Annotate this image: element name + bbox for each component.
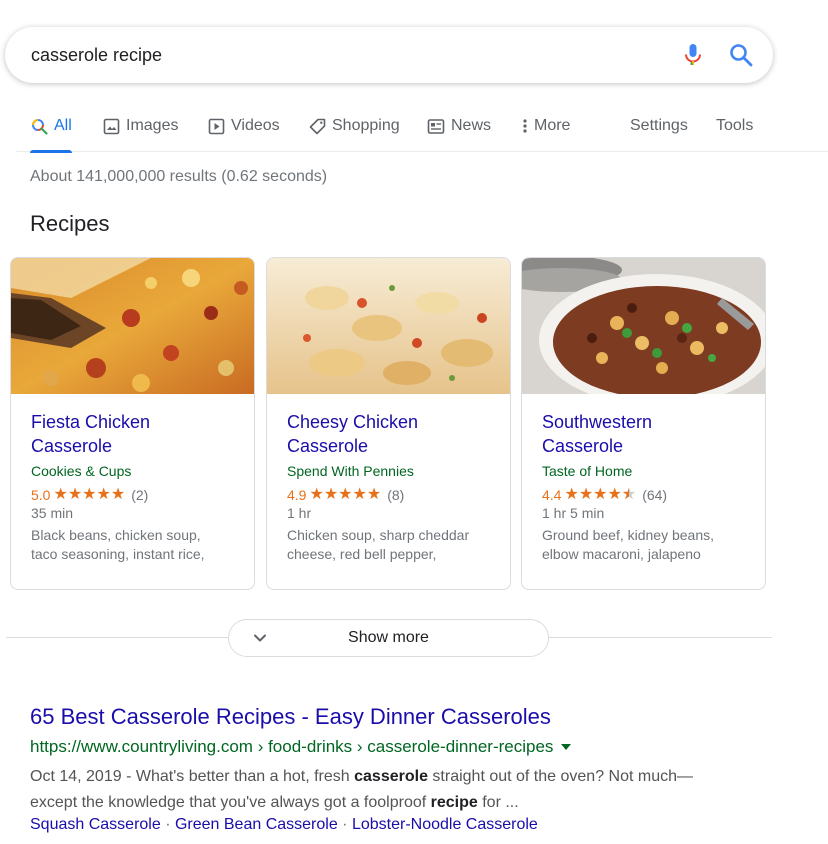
- tab-images[interactable]: Images: [102, 100, 178, 152]
- tab-settings-label: Settings: [630, 117, 688, 134]
- show-more-button[interactable]: Show more: [228, 619, 549, 657]
- result-stats: About 141,000,000 results (0.62 seconds): [30, 168, 328, 185]
- rating-value: 4.9: [287, 487, 307, 503]
- tag-icon: [308, 117, 326, 135]
- recipe-card[interactable]: Fiesta Chicken Casserole Cookies & Cups …: [10, 257, 255, 590]
- tab-news[interactable]: News: [427, 100, 491, 152]
- tab-more-label: More: [534, 117, 571, 134]
- recipe-title[interactable]: Cheesy Chicken Casserole: [287, 410, 496, 458]
- star-rating-icon: ★★★★★: [53, 486, 126, 503]
- review-count: (2): [131, 487, 149, 503]
- recipe-ingredients: Ground beef, kidney beans, elbow macaron…: [542, 526, 751, 564]
- snippet-highlight: casserole: [354, 768, 428, 785]
- recipe-title-line2: Casserole: [31, 436, 113, 456]
- search-bar: [5, 27, 773, 83]
- divider: [549, 637, 772, 638]
- result-url-text: https://www.countryliving.com › food-dri…: [30, 737, 554, 756]
- recipe-title-line1: Cheesy Chicken: [287, 412, 419, 432]
- rating-value: 4.4: [542, 487, 562, 503]
- snippet-highlight: recipe: [430, 794, 478, 811]
- result-date: Oct 14, 2019: [30, 768, 122, 785]
- star-rating-icon: ★★★★★★: [564, 486, 637, 503]
- star-rating-icon: ★★★★★: [309, 486, 382, 503]
- rating-value: 5.0: [31, 487, 51, 503]
- recipe-rating: 4.9 ★★★★★ (8): [287, 486, 496, 504]
- search-tabs: All Images Videos Shopping News More Set…: [16, 100, 828, 153]
- review-count: (8): [387, 487, 405, 503]
- more-vert-icon: [520, 117, 530, 135]
- tab-all[interactable]: All: [30, 100, 72, 153]
- recipes-heading: Recipes: [30, 211, 110, 236]
- recipe-rating: 4.4 ★★★★★★ (64): [542, 486, 751, 504]
- sitelink-separator: ·: [160, 816, 175, 833]
- ingredients-line1: Black beans, chicken soup,: [31, 527, 201, 543]
- recipe-source: Cookies & Cups: [31, 463, 132, 479]
- recipe-rating: 5.0 ★★★★★ (2): [31, 486, 240, 504]
- ingredients-line1: Chicken soup, sharp cheddar: [287, 527, 470, 543]
- result-url[interactable]: https://www.countryliving.com › food-dri…: [30, 737, 572, 757]
- recipe-title[interactable]: Fiesta Chicken Casserole: [31, 410, 240, 458]
- recipe-card[interactable]: Cheesy Chicken Casserole Spend With Penn…: [266, 257, 511, 590]
- recipe-title-line1: Fiesta Chicken: [31, 412, 151, 432]
- snippet-text: - What's better than a hot, fresh: [121, 768, 355, 785]
- tab-tools[interactable]: Tools: [716, 100, 753, 152]
- recipe-title-line1: Southwestern: [542, 412, 653, 432]
- ingredients-line1: Ground beef, kidney beans,: [542, 527, 715, 543]
- ingredients-line2: elbow macaroni, jalapeno: [542, 546, 701, 562]
- recipe-card-body: Southwestern Casserole Taste of Home 4.4…: [542, 410, 751, 564]
- recipe-image: [267, 258, 510, 394]
- tab-settings[interactable]: Settings: [630, 100, 688, 152]
- recipe-source: Spend With Pennies: [287, 463, 414, 479]
- search-input[interactable]: [31, 27, 651, 83]
- recipe-ingredients: Black beans, chicken soup, taco seasonin…: [31, 526, 240, 564]
- result-sitelinks: Squash Casserole · Green Bean Casserole …: [30, 816, 538, 834]
- play-icon: [207, 117, 225, 135]
- search-color-icon: [30, 117, 48, 135]
- sitelink[interactable]: Squash Casserole: [30, 816, 161, 833]
- dropdown-triangle-icon[interactable]: [561, 744, 572, 750]
- recipe-time: 1 hr 5 min: [542, 505, 605, 521]
- tab-videos[interactable]: Videos: [207, 100, 280, 152]
- tab-images-label: Images: [126, 117, 179, 134]
- recipe-time: 35 min: [31, 505, 74, 521]
- recipe-time: 1 hr: [287, 505, 312, 521]
- microphone-icon[interactable]: [679, 41, 707, 69]
- recipe-title[interactable]: Southwestern Casserole: [542, 410, 751, 458]
- sitelink[interactable]: Lobster-Noodle Casserole: [352, 816, 538, 833]
- sitelink-separator: ·: [337, 816, 352, 833]
- recipe-ingredients: Chicken soup, sharp cheddar cheese, red …: [287, 526, 496, 564]
- recipe-card[interactable]: Southwestern Casserole Taste of Home 4.4…: [521, 257, 766, 590]
- result-title-link[interactable]: 65 Best Casserole Recipes - Easy Dinner …: [30, 704, 551, 730]
- search-icon[interactable]: [727, 41, 755, 69]
- tab-shopping[interactable]: Shopping: [308, 100, 400, 152]
- tab-news-label: News: [451, 117, 492, 134]
- recipe-card-body: Fiesta Chicken Casserole Cookies & Cups …: [31, 410, 240, 564]
- ingredients-line2: cheese, red bell pepper,: [287, 546, 437, 562]
- result-snippet: Oct 14, 2019 - What's better than a hot,…: [30, 764, 730, 816]
- recipe-source: Taste of Home: [542, 463, 633, 479]
- tab-more[interactable]: More: [520, 100, 570, 152]
- news-icon: [427, 117, 445, 135]
- tab-all-label: All: [54, 117, 72, 134]
- tab-tools-label: Tools: [716, 117, 754, 134]
- recipe-image: [522, 258, 765, 394]
- recipe-title-line2: Casserole: [287, 436, 369, 456]
- snippet-text: for ...: [477, 794, 519, 811]
- tab-videos-label: Videos: [231, 117, 280, 134]
- image-icon: [102, 117, 120, 135]
- recipe-title-line2: Casserole: [542, 436, 624, 456]
- divider: [6, 637, 228, 638]
- recipe-card-body: Cheesy Chicken Casserole Spend With Penn…: [287, 410, 496, 564]
- show-more-label: Show more: [348, 629, 429, 646]
- tab-shopping-label: Shopping: [332, 117, 400, 134]
- recipe-image: [11, 258, 254, 394]
- review-count: (64): [642, 487, 668, 503]
- sitelink[interactable]: Green Bean Casserole: [175, 816, 338, 833]
- ingredients-line2: taco seasoning, instant rice,: [31, 546, 205, 562]
